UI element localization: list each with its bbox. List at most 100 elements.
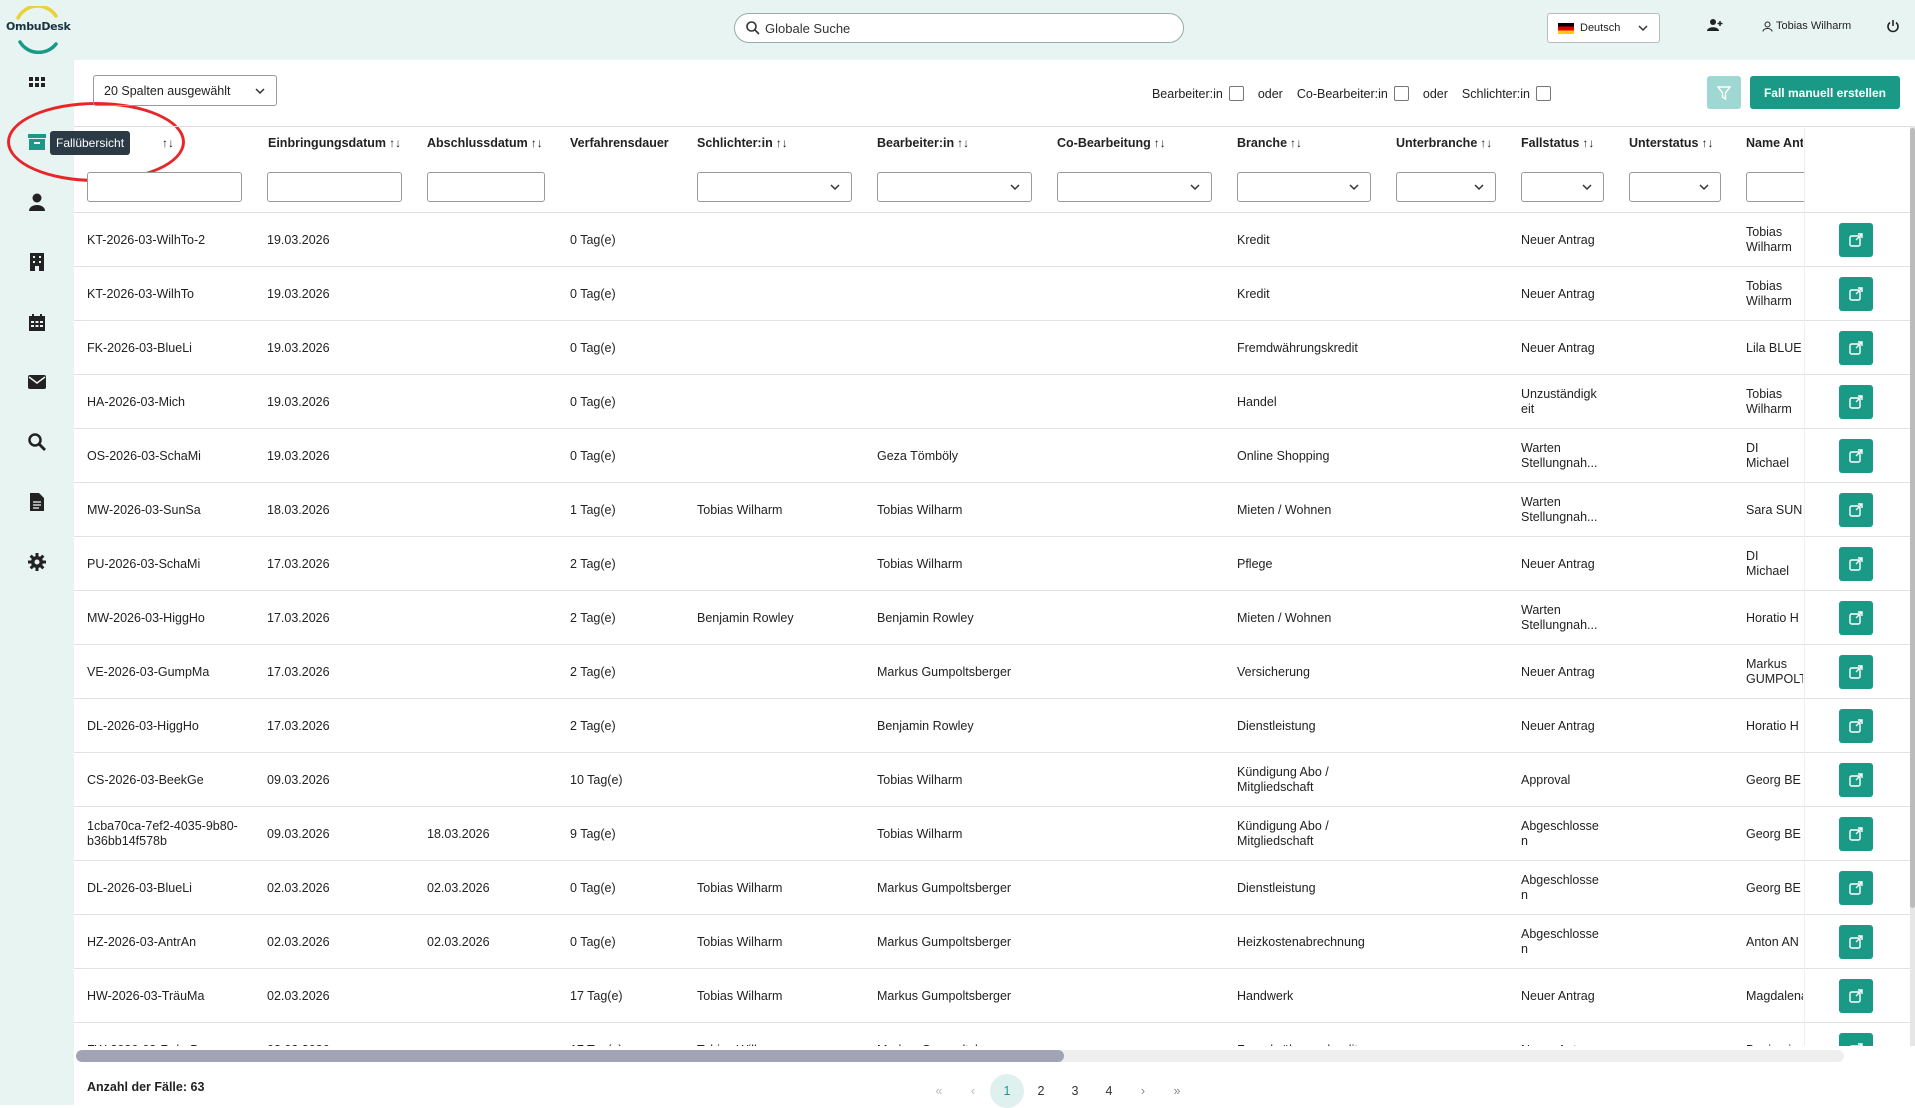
filter-schlichter-checkbox[interactable] (1536, 86, 1551, 101)
open-case-button[interactable] (1839, 1033, 1873, 1046)
filter-fallstatus-select[interactable] (1521, 172, 1604, 202)
ombudesk-logo[interactable]: OmbuDesk (4, 4, 72, 55)
col-header-fallstatus[interactable]: Fallstatus ↑↓ (1521, 136, 1594, 150)
table-row[interactable]: FK-2026-03-BlueLi 19.03.2026 0 Tag(e) Fremd… (74, 321, 1915, 375)
power-icon[interactable] (1886, 19, 1900, 38)
sort-icon[interactable]: ↑↓ (162, 136, 174, 150)
clear-filter-button[interactable] (1707, 76, 1741, 109)
create-case-button[interactable]: Fall manuell erstellen (1750, 76, 1900, 109)
open-case-button[interactable] (1839, 979, 1873, 1013)
filter-einbringung-input[interactable] (267, 172, 402, 202)
filter-cobearbeitung-select[interactable] (1057, 172, 1212, 202)
col-header-abschluss[interactable]: Abschlussdatum ↑↓ (427, 136, 543, 150)
table-row[interactable]: KT-2026-03-WilhTo-2 19.03.2026 0 Tag(e) Kre… (74, 213, 1915, 267)
or-label: oder (1257, 86, 1283, 101)
table-row[interactable]: OS-2026-03-SchaMi 19.03.2026 0 Tag(e) Geza … (74, 429, 1915, 483)
page-button-3[interactable]: 3 (1058, 1074, 1092, 1108)
open-case-button[interactable] (1839, 385, 1873, 419)
table-row[interactable]: KT-2026-03-WilhTo 19.03.2026 0 Tag(e) Kredi… (74, 267, 1915, 321)
person-icon[interactable] (26, 191, 48, 213)
mail-icon[interactable] (26, 371, 48, 393)
sort-icon[interactable]: ↑↓ (1290, 136, 1302, 150)
document-icon[interactable] (26, 491, 48, 513)
cell-einbringung: 17.03.2026 (267, 719, 330, 733)
user-menu[interactable]: Tobias Wilharm (1762, 20, 1851, 32)
global-search-input[interactable]: Globale Suche (734, 13, 1184, 43)
table-row[interactable]: FW-2026-03-RubaBe 02.03.2026 17 Tag(e) Tobi… (74, 1023, 1915, 1046)
page-button-4[interactable]: 4 (1092, 1074, 1126, 1108)
sort-icon[interactable]: ↑↓ (531, 136, 543, 150)
gear-icon[interactable] (26, 551, 48, 573)
user-settings-icon[interactable] (1707, 18, 1723, 37)
prev-page-button[interactable]: ‹ (956, 1074, 990, 1108)
sort-icon[interactable]: ↑↓ (389, 136, 401, 150)
col-header-unterbranche[interactable]: Unterbranche ↑↓ (1396, 136, 1492, 150)
open-case-button[interactable] (1839, 763, 1873, 797)
table-row[interactable]: MW-2026-03-HiggHo 17.03.2026 2 Tag(e) Benja… (74, 591, 1915, 645)
open-case-button[interactable] (1839, 493, 1873, 527)
open-case-button[interactable] (1839, 223, 1873, 257)
open-case-button[interactable] (1839, 655, 1873, 689)
sort-icon[interactable]: ↑↓ (1480, 136, 1492, 150)
sort-icon[interactable]: ↑↓ (1701, 136, 1713, 150)
table-row[interactable]: PU-2026-03-SchaMi 17.03.2026 2 Tag(e) Tobia… (74, 537, 1915, 591)
filter-unterstatus-select[interactable] (1629, 172, 1721, 202)
open-case-button[interactable] (1839, 439, 1873, 473)
open-case-button[interactable] (1839, 547, 1873, 581)
page-button-2[interactable]: 2 (1024, 1074, 1058, 1108)
open-case-button[interactable] (1839, 817, 1873, 851)
table-row[interactable]: MW-2026-03-SunSa 18.03.2026 1 Tag(e) Tobias… (74, 483, 1915, 537)
open-case-button[interactable] (1839, 925, 1873, 959)
sort-icon[interactable]: ↑↓ (1582, 136, 1594, 150)
open-case-button[interactable] (1839, 601, 1873, 635)
sort-icon[interactable]: ↑↓ (1154, 136, 1166, 150)
filter-branche-select[interactable] (1237, 172, 1371, 202)
col-header-einbringung[interactable]: Einbringungsdatum ↑↓ (268, 136, 401, 150)
open-case-button[interactable] (1839, 709, 1873, 743)
filter-schlichter-select[interactable] (697, 172, 852, 202)
cell-einbringung: 17.03.2026 (267, 557, 330, 571)
col-header-cobearbeitung[interactable]: Co-Bearbeitung ↑↓ (1057, 136, 1166, 150)
filter-cobearbeiter-checkbox[interactable] (1393, 86, 1409, 101)
table-row[interactable]: HA-2026-03-Mich 19.03.2026 0 Tag(e) Handel U… (74, 375, 1915, 429)
filter-name-input[interactable] (1746, 172, 1804, 202)
table-row[interactable]: DL-2026-03-BlueLi 02.03.2026 02.03.2026 0 T… (74, 861, 1915, 915)
filter-id-input[interactable] (87, 172, 242, 202)
table-row[interactable]: DL-2026-03-HiggHo 17.03.2026 2 Tag(e) Benja… (74, 699, 1915, 753)
column-selector[interactable]: 20 Spalten ausgewählt (93, 75, 277, 106)
open-case-button[interactable] (1839, 277, 1873, 311)
col-header-branche[interactable]: Branche ↑↓ (1237, 136, 1302, 150)
external-link-icon (1849, 287, 1863, 301)
open-case-button[interactable] (1839, 871, 1873, 905)
filter-unterbranche-select[interactable] (1396, 172, 1496, 202)
col-header-schlichter[interactable]: Schlichter:in ↑↓ (697, 136, 788, 150)
sort-icon[interactable]: ↑↓ (957, 136, 969, 150)
next-page-button[interactable]: › (1126, 1074, 1160, 1108)
col-header-name[interactable]: Name Ant (1746, 136, 1803, 150)
cell-id: KT-2026-03-WilhTo (87, 287, 194, 301)
last-page-button[interactable]: » (1160, 1074, 1194, 1108)
language-select[interactable]: Deutsch (1547, 13, 1660, 43)
sort-icon[interactable]: ↑↓ (776, 136, 788, 150)
table-row[interactable]: 1cba70ca-7ef2-4035-9b80-b36bb14f578b 09.0… (74, 807, 1915, 861)
vertical-scrollbar-thumb[interactable] (1910, 128, 1915, 908)
horizontal-scrollbar-thumb[interactable] (76, 1050, 1064, 1062)
building-icon[interactable] (26, 251, 48, 273)
page-button-1[interactable]: 1 (990, 1074, 1024, 1108)
col-header-bearbeiter[interactable]: Bearbeiter:in ↑↓ (877, 136, 969, 150)
first-page-button[interactable]: « (922, 1074, 956, 1108)
filter-abschluss-input[interactable] (427, 172, 545, 202)
calendar-icon[interactable] (26, 311, 48, 333)
search-icon[interactable] (26, 431, 48, 453)
table-row[interactable]: CS-2026-03-BeekGe 09.03.2026 10 Tag(e) Tobi… (74, 753, 1915, 807)
filter-bearbeiter-select[interactable] (877, 172, 1032, 202)
table-row[interactable]: VE-2026-03-GumpMa 17.03.2026 2 Tag(e) Marku… (74, 645, 1915, 699)
table-row[interactable]: HW-2026-03-TräuMa 02.03.2026 17 Tag(e) Tobi… (74, 969, 1915, 1023)
open-case-button[interactable] (1839, 331, 1873, 365)
col-header-unterstatus[interactable]: Unterstatus ↑↓ (1629, 136, 1713, 150)
apps-icon[interactable] (26, 72, 48, 94)
cell-id: MW-2026-03-HiggHo (87, 611, 205, 625)
filter-bearbeiter-checkbox[interactable] (1228, 86, 1244, 101)
col-header-id[interactable]: ↑↓ (162, 136, 174, 150)
table-row[interactable]: HZ-2026-03-AntrAn 02.03.2026 02.03.2026 0 T… (74, 915, 1915, 969)
